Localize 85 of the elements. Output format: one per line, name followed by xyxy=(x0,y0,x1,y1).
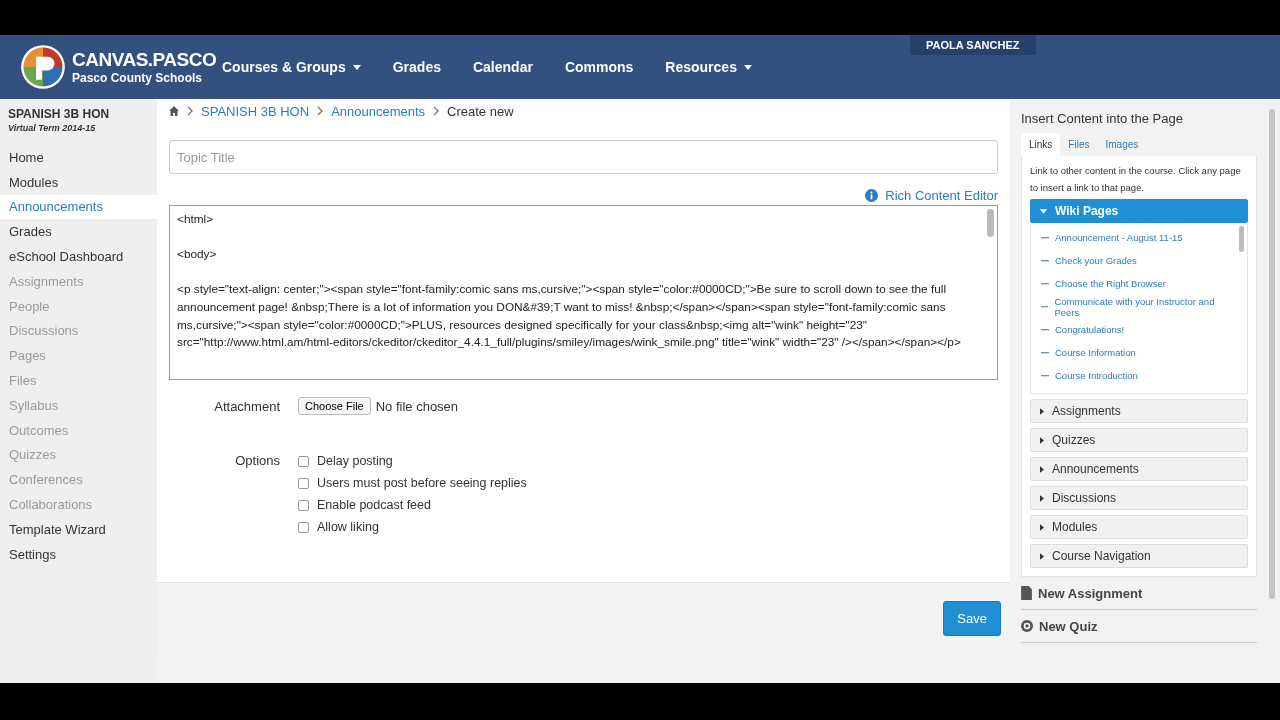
dash-icon xyxy=(1041,328,1049,331)
panel-tab[interactable]: Links xyxy=(1021,133,1061,156)
panel-tab[interactable]: Images xyxy=(1097,133,1147,156)
caret-icon xyxy=(1040,407,1044,415)
logo-title: CANVAS.PASCO xyxy=(72,49,217,71)
sidebar-item[interactable]: eSchool Dashboard xyxy=(0,244,157,269)
caret-icon xyxy=(743,64,752,70)
home-icon[interactable] xyxy=(169,106,179,116)
section-header[interactable]: Announcements xyxy=(1030,457,1248,481)
sidebar-item[interactable]: Modules xyxy=(0,169,157,195)
course-term: Virtual Term 2014-15 xyxy=(7,122,97,135)
checkbox-label: Delay posting xyxy=(317,454,393,468)
caret-icon xyxy=(1040,208,1047,214)
page-link[interactable]: Communicate with your Instructor and Peers xyxy=(1041,295,1229,318)
dash-icon xyxy=(1041,305,1049,308)
nav-link[interactable]: Calendar xyxy=(456,59,549,75)
section-header[interactable]: Wiki Pages xyxy=(1030,199,1248,223)
quiz-icon xyxy=(1021,620,1033,632)
attachment-label: Attachment xyxy=(213,398,281,414)
choose-file-button[interactable]: Choose File xyxy=(298,397,371,415)
panel-tab[interactable]: Files xyxy=(1060,133,1098,156)
sidebar-item[interactable]: Settings xyxy=(0,541,157,567)
nav-link[interactable]: Commons xyxy=(548,59,650,75)
checkbox[interactable] xyxy=(298,499,309,511)
current-page-label: Create new xyxy=(447,103,514,119)
section-header[interactable]: Assignments xyxy=(1030,399,1248,423)
checkbox[interactable] xyxy=(298,455,309,467)
page-link[interactable]: Check your Grades xyxy=(1041,249,1229,272)
sidebar-item[interactable]: Grades xyxy=(0,219,157,245)
page-link[interactable]: Choose the Right Browser xyxy=(1041,272,1229,295)
dash-icon xyxy=(1041,374,1049,377)
caret-icon xyxy=(352,64,361,70)
page-link[interactable]: Course Introduction xyxy=(1041,364,1229,387)
course-name: SPANISH 3B HON xyxy=(7,107,111,121)
checkbox[interactable] xyxy=(298,477,309,489)
breadcrumb-link[interactable]: Announcements xyxy=(331,103,426,119)
chevron-icon xyxy=(187,106,193,116)
html-source-text: <html> <body> <p style="text-align: center;"><span style="font-family:comic sans ms,cursive;"><span style="color:#0000CD;">Be sure to scroll down to see the full announcement page! &nbsp;There is a lot of information you DON&#39;T want to miss! &nbsp;</span></span><span style="font-family:comic sans ms,cursive;"><span style="color:#0000CD;">PLUS, resources designed specifically for your class&nbsp;<img alt="wink" height="23" src="http://www.html.am/html-editors/ckeditor/ckeditor_4.4.1_full/plugins/smiley/images/wink_smile.png" title="wink" width="23" /></span></span></p> xyxy=(177,211,962,352)
document-icon xyxy=(1021,586,1032,600)
page-link[interactable]: Announcement - August 11-15 xyxy=(1041,226,1229,249)
page-scrollbar[interactable] xyxy=(1269,109,1275,599)
panel-title: Insert Content into the Page xyxy=(1021,111,1184,126)
sidebar-item[interactable]: Home xyxy=(0,145,157,170)
sidebar-item[interactable]: Announcements xyxy=(0,194,157,220)
editor-toggle-link[interactable]: Rich Content Editor xyxy=(865,188,998,203)
section-header[interactable]: Quizzes xyxy=(1030,428,1248,452)
nav-link[interactable]: Resources xyxy=(649,59,768,75)
html-editor-field[interactable] xyxy=(169,205,998,380)
caret-icon xyxy=(1040,552,1044,560)
topic-title-field[interactable]: Topic Title xyxy=(169,140,998,174)
dash-icon xyxy=(1041,236,1049,239)
scrollbar[interactable] xyxy=(1239,226,1244,252)
panel-description: Link to other content in the course. Click any page to insert a link to that page. xyxy=(1030,164,1242,195)
user-name[interactable]: PAOLA SANCHEZ xyxy=(910,35,1036,55)
section-header[interactable]: Modules xyxy=(1030,515,1248,539)
nav-link[interactable]: Courses & Groups xyxy=(222,59,377,75)
info-icon xyxy=(865,189,879,202)
caret-icon xyxy=(1040,494,1044,502)
page-link[interactable]: Course Information xyxy=(1041,341,1229,364)
chevron-icon xyxy=(317,106,324,116)
dash-icon xyxy=(1041,282,1049,285)
save-button[interactable]: Save xyxy=(943,600,1001,636)
caret-icon xyxy=(1040,465,1044,473)
page-link[interactable]: Congratulations! xyxy=(1041,318,1229,341)
nav-link[interactable]: Grades xyxy=(376,59,457,75)
section-header[interactable]: Course Navigation xyxy=(1030,544,1248,568)
new-item-link[interactable]: New Quiz xyxy=(1021,610,1257,643)
breadcrumb-link[interactable]: SPANISH 3B HON xyxy=(201,103,310,119)
checkbox[interactable] xyxy=(298,521,309,533)
logo-icon[interactable] xyxy=(20,44,66,90)
dash-icon xyxy=(1041,259,1049,262)
logo-subtitle: Pasco County Schools xyxy=(72,71,204,85)
dash-icon xyxy=(1041,351,1049,354)
caret-icon xyxy=(1040,436,1044,444)
new-item-link[interactable]: New Assignment xyxy=(1021,577,1257,610)
scrollbar[interactable] xyxy=(987,209,994,237)
file-status: No file chosen xyxy=(375,398,459,414)
sidebar-item[interactable]: Template Wizard xyxy=(0,516,157,542)
caret-icon xyxy=(1040,523,1044,531)
section-header[interactable]: Discussions xyxy=(1030,486,1248,510)
checkbox-label: Allow liking xyxy=(317,520,379,534)
options-label: Options xyxy=(234,453,281,468)
checkbox-label: Users must post before seeing replies xyxy=(317,476,527,490)
checkbox-label: Enable podcast feed xyxy=(317,498,431,512)
chevron-icon xyxy=(433,106,440,116)
